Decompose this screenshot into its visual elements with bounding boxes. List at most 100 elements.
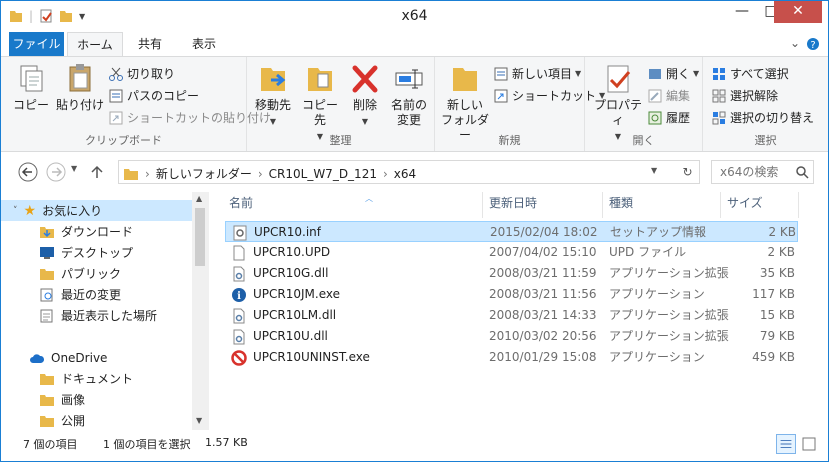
nav-item-pictures[interactable]: 画像 [1,389,85,410]
up-arrow-icon[interactable] [89,164,105,180]
file-row[interactable]: UPCR10G.dll 2008/03/21 11:59 アプリケーション拡張 … [225,263,798,284]
recent-locations-icon[interactable]: ▼ [71,164,77,173]
nav-item-downloads[interactable]: ダウンロード [1,221,133,242]
file-row[interactable]: UPCR10.inf 2015/02/04 18:02 セットアップ情報 2 K… [225,221,798,242]
download-folder-icon [40,226,54,238]
move-to-label: 移動先 [254,98,291,112]
scroll-down-icon[interactable]: ▼ [196,416,202,425]
column-header-type[interactable]: 種類 [603,192,721,218]
address-dropdown-icon[interactable]: ▼ [651,166,657,175]
select-none-button[interactable]: 選択解除 [711,87,778,104]
chevron-down-icon[interactable]: ⌄ [790,36,800,50]
nav-favorites[interactable]: ˅ ★ お気に入り [1,200,192,221]
invert-selection-button[interactable]: 選択の切り替え [711,109,814,126]
file-date: 2015/02/04 18:02 [490,225,598,239]
file-name: UPCR10U.dll [253,329,328,343]
column-header-size[interactable]: サイズ [721,192,799,218]
select-none-label: 選択解除 [730,89,779,103]
forward-arrow-icon[interactable] [46,162,66,182]
help-icon[interactable]: ? [806,37,820,51]
new-folder-icon[interactable] [59,8,73,24]
properties-icon[interactable] [39,8,53,24]
folder-icon[interactable] [9,8,23,24]
nav-onedrive[interactable]: OneDrive [1,347,107,368]
quick-access-toolbar: | ▼ [9,8,85,24]
file-row[interactable]: i UPCR10JM.exe 2008/03/21 11:56 アプリケーション… [225,284,798,305]
tab-view[interactable]: 表示 [179,32,229,56]
new-folder-button[interactable]: 新しい フォルダー [439,62,491,143]
paste-label: 貼り付け [55,98,104,112]
navigation-scrollbar[interactable]: ▲ ▼ [192,192,208,430]
nav-item-recent-changes[interactable]: 最近の変更 [1,284,121,305]
cut-label: 切り取り [127,67,176,81]
file-name-cell: UPCR10G.dll [231,263,328,284]
file-row[interactable]: UPCR10.UPD 2007/04/02 15:10 UPD ファイル 2 K… [225,242,798,263]
cut-button[interactable]: 切り取り [108,65,175,82]
column-header-name[interactable]: ︿ 名前 [225,192,483,218]
nav-item-public[interactable]: パブリック [1,263,121,284]
file-name: UPCR10.inf [254,225,321,239]
close-button[interactable]: ✕ [774,1,822,23]
delete-button[interactable]: 削除 ▼ [347,62,383,129]
select-all-button[interactable]: すべて選択 [711,65,789,82]
search-input[interactable] [712,161,792,183]
navigation-pane: ˅ ★ お気に入り ダウンロード デスクトップ パブリック 最近の変更 最近表示… [1,192,206,430]
tab-file[interactable]: ファイル [9,32,64,56]
details-view-icon[interactable] [776,434,796,454]
scroll-up-icon[interactable]: ▲ [196,194,202,203]
history-icon [648,111,662,124]
nav-item-label: ドキュメント [61,372,134,386]
file-name: UPCR10UNINST.exe [253,350,370,364]
nav-item-recent-places[interactable]: 最近表示した場所 [1,305,157,326]
history-button[interactable]: 履歴 [647,109,690,126]
blank-file-icon [233,245,245,260]
breadcrumb-item[interactable]: CR10L_W7_D_121 [269,167,377,181]
cloud-icon [30,353,45,363]
item-count: 7 個の項目 [23,438,78,451]
expand-chevron-icon[interactable]: ˅ [13,206,18,216]
open-button[interactable]: 開く ▼ [647,65,699,82]
move-to-button[interactable]: 移動先 ▼ [251,62,295,129]
nav-item-desktop[interactable]: デスクトップ [1,242,133,263]
clipboard-group-label: クリップボード [85,134,162,147]
refresh-button[interactable]: ↻ [676,160,700,184]
rename-label-2: 変更 [396,113,421,127]
search-icon[interactable] [795,165,809,179]
copy-path-button[interactable]: パスのコピー [108,87,199,104]
breadcrumb-item[interactable]: x64 [394,167,416,181]
copy-path-icon [109,89,123,102]
edit-button[interactable]: 編集 [647,87,690,104]
file-name: UPCR10JM.exe [253,287,340,301]
file-size: 15 KB [759,308,795,322]
nav-item-documents[interactable]: ドキュメント [1,368,133,389]
file-type: アプリケーション拡張 [609,266,729,280]
move-folder-icon [261,68,286,91]
large-icons-view-icon[interactable] [799,434,819,454]
customize-toolbar-icon[interactable]: ▼ [79,12,85,21]
scrollbar-thumb[interactable] [195,208,205,266]
file-row[interactable]: UPCR10U.dll 2010/03/02 20:56 アプリケーション拡張 … [225,326,798,347]
new-item-button[interactable]: 新しい項目 ▼ [493,65,581,82]
column-header-date[interactable]: 更新日時 [483,192,603,218]
organize-group-label: 整理 [329,134,352,147]
nav-item-label: 最近表示した場所 [61,309,158,323]
nav-favorites-label: お気に入り [42,204,103,218]
back-arrow-icon[interactable] [18,162,38,182]
minimize-button[interactable]: — [727,1,757,23]
paste-button[interactable]: 貼り付け [55,62,105,113]
star-icon: ★ [23,202,37,219]
nav-item-public-share[interactable]: 公開 [1,410,85,430]
properties-label: プロパティ [593,98,642,127]
file-row[interactable]: UPCR10UNINST.exe 2010/01/29 15:08 アプリケーシ… [225,347,798,368]
rename-button[interactable]: 名前の 変更 [387,62,431,128]
breadcrumb-item[interactable]: 新しいフォルダー [156,165,252,182]
tab-share[interactable]: 共有 [125,32,175,56]
copy-button[interactable]: コピー [11,62,51,113]
breadcrumb-separator: › [257,166,263,181]
address-bar[interactable]: › 新しいフォルダー › CR10L_W7_D_121 › x64 ▼ [118,160,700,184]
file-name: UPCR10.UPD [253,245,331,259]
nav-item-label: 公開 [61,414,86,428]
new-folder-big-icon [453,68,477,91]
tab-home[interactable]: ホーム [67,32,123,56]
file-row[interactable]: UPCR10LM.dll 2008/03/21 14:33 アプリケーション拡張… [225,305,798,326]
